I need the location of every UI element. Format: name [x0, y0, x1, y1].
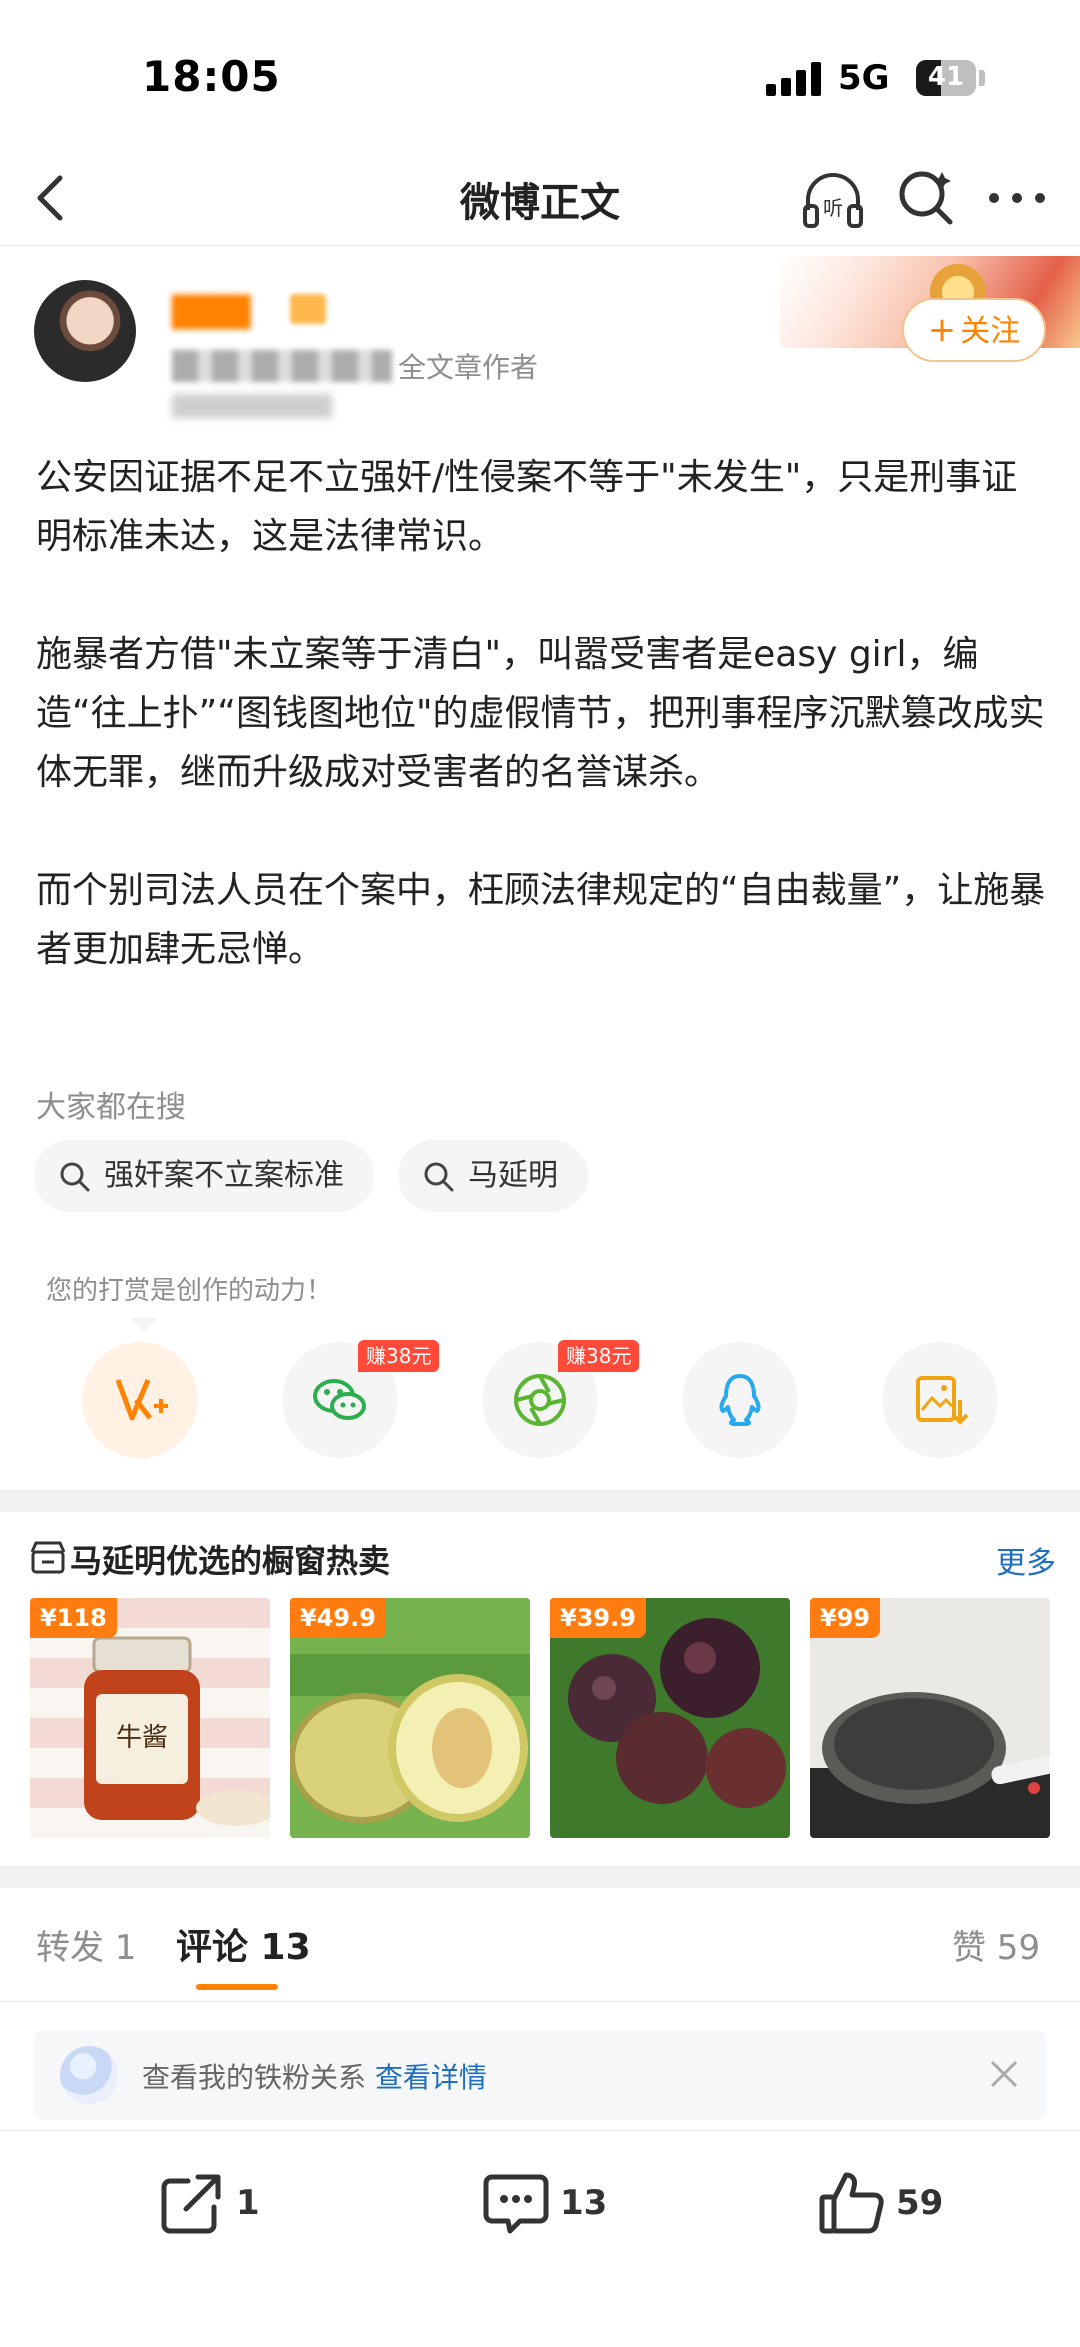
search-chip-label: 强奸案不立案标准	[104, 1158, 344, 1193]
fan-relation-text: 查看我的铁粉关系 查看详情	[142, 2056, 487, 2096]
product-price: ¥49.9	[290, 1598, 386, 1638]
follow-button[interactable]: + 关注	[902, 298, 1046, 362]
interaction-tabs: 转发 1 评论 13 赞 59	[0, 1890, 1080, 2002]
search-icon[interactable]	[894, 166, 958, 230]
status-bar: 18:05 5G 41	[0, 0, 1080, 150]
cellular-signal-icon	[766, 62, 822, 96]
section-divider	[0, 1866, 1080, 1888]
author-header: ▇▇▇ 全文章作者 + 关注	[0, 250, 1080, 420]
product-price: ¥118	[30, 1598, 117, 1638]
post-body: 公安因证据不足不立强奸/性侵案不等于"未发生"，只是刑事证明标准未达，这是法律常…	[36, 448, 1046, 1038]
fan-relation-bar[interactable]: 查看我的铁粉关系 查看详情	[34, 2030, 1046, 2120]
active-tab-indicator	[196, 1984, 278, 1990]
comment-button[interactable]: 13	[480, 2167, 640, 2247]
product-price: ¥39.9	[550, 1598, 646, 1638]
product-card[interactable]: ¥39.9	[550, 1598, 790, 1838]
storefront-icon	[30, 1541, 66, 1574]
product-price: ¥99	[810, 1598, 881, 1638]
comment-count: 13	[560, 2183, 608, 2223]
earn-badge: 赚38元	[358, 1340, 440, 1372]
like-count: 59	[896, 2183, 944, 2223]
battery-level: 41	[927, 62, 965, 92]
avatar[interactable]	[34, 280, 136, 382]
product-card[interactable]: 牛酱 ¥118	[30, 1598, 270, 1838]
author-role: 全文章作者	[398, 351, 539, 384]
thumbs-up-icon	[819, 2172, 884, 2234]
like-button[interactable]: 59	[816, 2167, 976, 2247]
post-time-blurred	[172, 394, 332, 418]
reward-label: 您的打赏是创作的动力！	[46, 1276, 333, 1306]
earn-badge: 赚38元	[558, 1340, 640, 1372]
post-paragraph: 公安因证据不足不立强奸/性侵案不等于"未发生"，只是刑事证明标准未达，这是法律常…	[36, 457, 1018, 557]
moments-aperture-icon	[514, 1374, 566, 1426]
reward-pointer	[130, 1318, 158, 1332]
follow-label: 关注	[960, 314, 1021, 349]
search-icon	[60, 1162, 90, 1192]
author-info-blurred	[172, 350, 392, 382]
tab-repost[interactable]: 转发 1	[36, 1920, 136, 1969]
shop-title: 马延明优选的橱窗热卖	[70, 1542, 391, 1580]
share-qq-button[interactable]	[682, 1342, 798, 1458]
post-paragraph: 而个别司法人员在个案中，枉顾法律规定的“自由裁量”，让施暴者更加肆无忌惮。	[36, 870, 1046, 970]
tab-comment[interactable]: 评论 13	[176, 1918, 311, 1970]
hot-search-label: 大家都在搜	[36, 1090, 186, 1125]
post-paragraph: 施暴者方借"未立案等于清白"，叫嚣受害者是easy girl，编造“往上扑”“图…	[36, 634, 1045, 793]
network-type: 5G	[838, 58, 890, 98]
fan-relation-label: 查看我的铁粉关系	[142, 2061, 367, 2094]
search-chip[interactable]: 马延明	[398, 1140, 588, 1212]
reward-button[interactable]	[82, 1342, 198, 1458]
section-divider	[0, 1490, 1080, 1512]
shop-more-link[interactable]: 更多	[996, 1538, 1056, 1582]
repost-count: 1	[236, 2183, 260, 2223]
image-download-icon	[916, 1376, 969, 1425]
reward-v-plus-icon	[115, 1379, 168, 1421]
headphones-listen-icon[interactable]: 听	[800, 166, 866, 232]
save-image-button[interactable]	[882, 1342, 998, 1458]
product-card[interactable]: ¥99	[810, 1598, 1050, 1838]
fan-relation-link[interactable]: 查看详情	[375, 2061, 487, 2094]
vip-badge-icon	[290, 294, 326, 324]
status-time: 18:05	[142, 52, 281, 101]
comment-bubble-icon	[483, 2174, 549, 2234]
repost-button[interactable]: 1	[156, 2167, 306, 2247]
svg-text:牛酱: 牛酱	[116, 1723, 168, 1753]
author-name-blurred[interactable]: ▇▇▇	[172, 290, 250, 330]
battery-icon: 41	[916, 60, 976, 96]
search-icon	[424, 1162, 454, 1192]
battery-tip	[979, 70, 985, 86]
bottom-action-bar: 1 13 59	[0, 2130, 1080, 2347]
more-icon[interactable]	[984, 166, 1050, 230]
tab-like[interactable]: 赞 59	[952, 1920, 1040, 1969]
repost-share-icon	[161, 2174, 221, 2234]
wechat-icon	[313, 1379, 366, 1420]
search-chip-label: 马延明	[468, 1158, 558, 1193]
search-chip[interactable]: 强奸案不立案标准	[34, 1140, 374, 1212]
diamond-icon	[60, 2046, 118, 2104]
svg-text:听: 听	[823, 196, 843, 220]
product-card[interactable]: ¥49.9	[290, 1598, 530, 1838]
close-icon[interactable]	[984, 2054, 1024, 2094]
nav-bar: 微博正文 听	[0, 150, 1080, 246]
qq-penguin-icon	[719, 1374, 761, 1426]
